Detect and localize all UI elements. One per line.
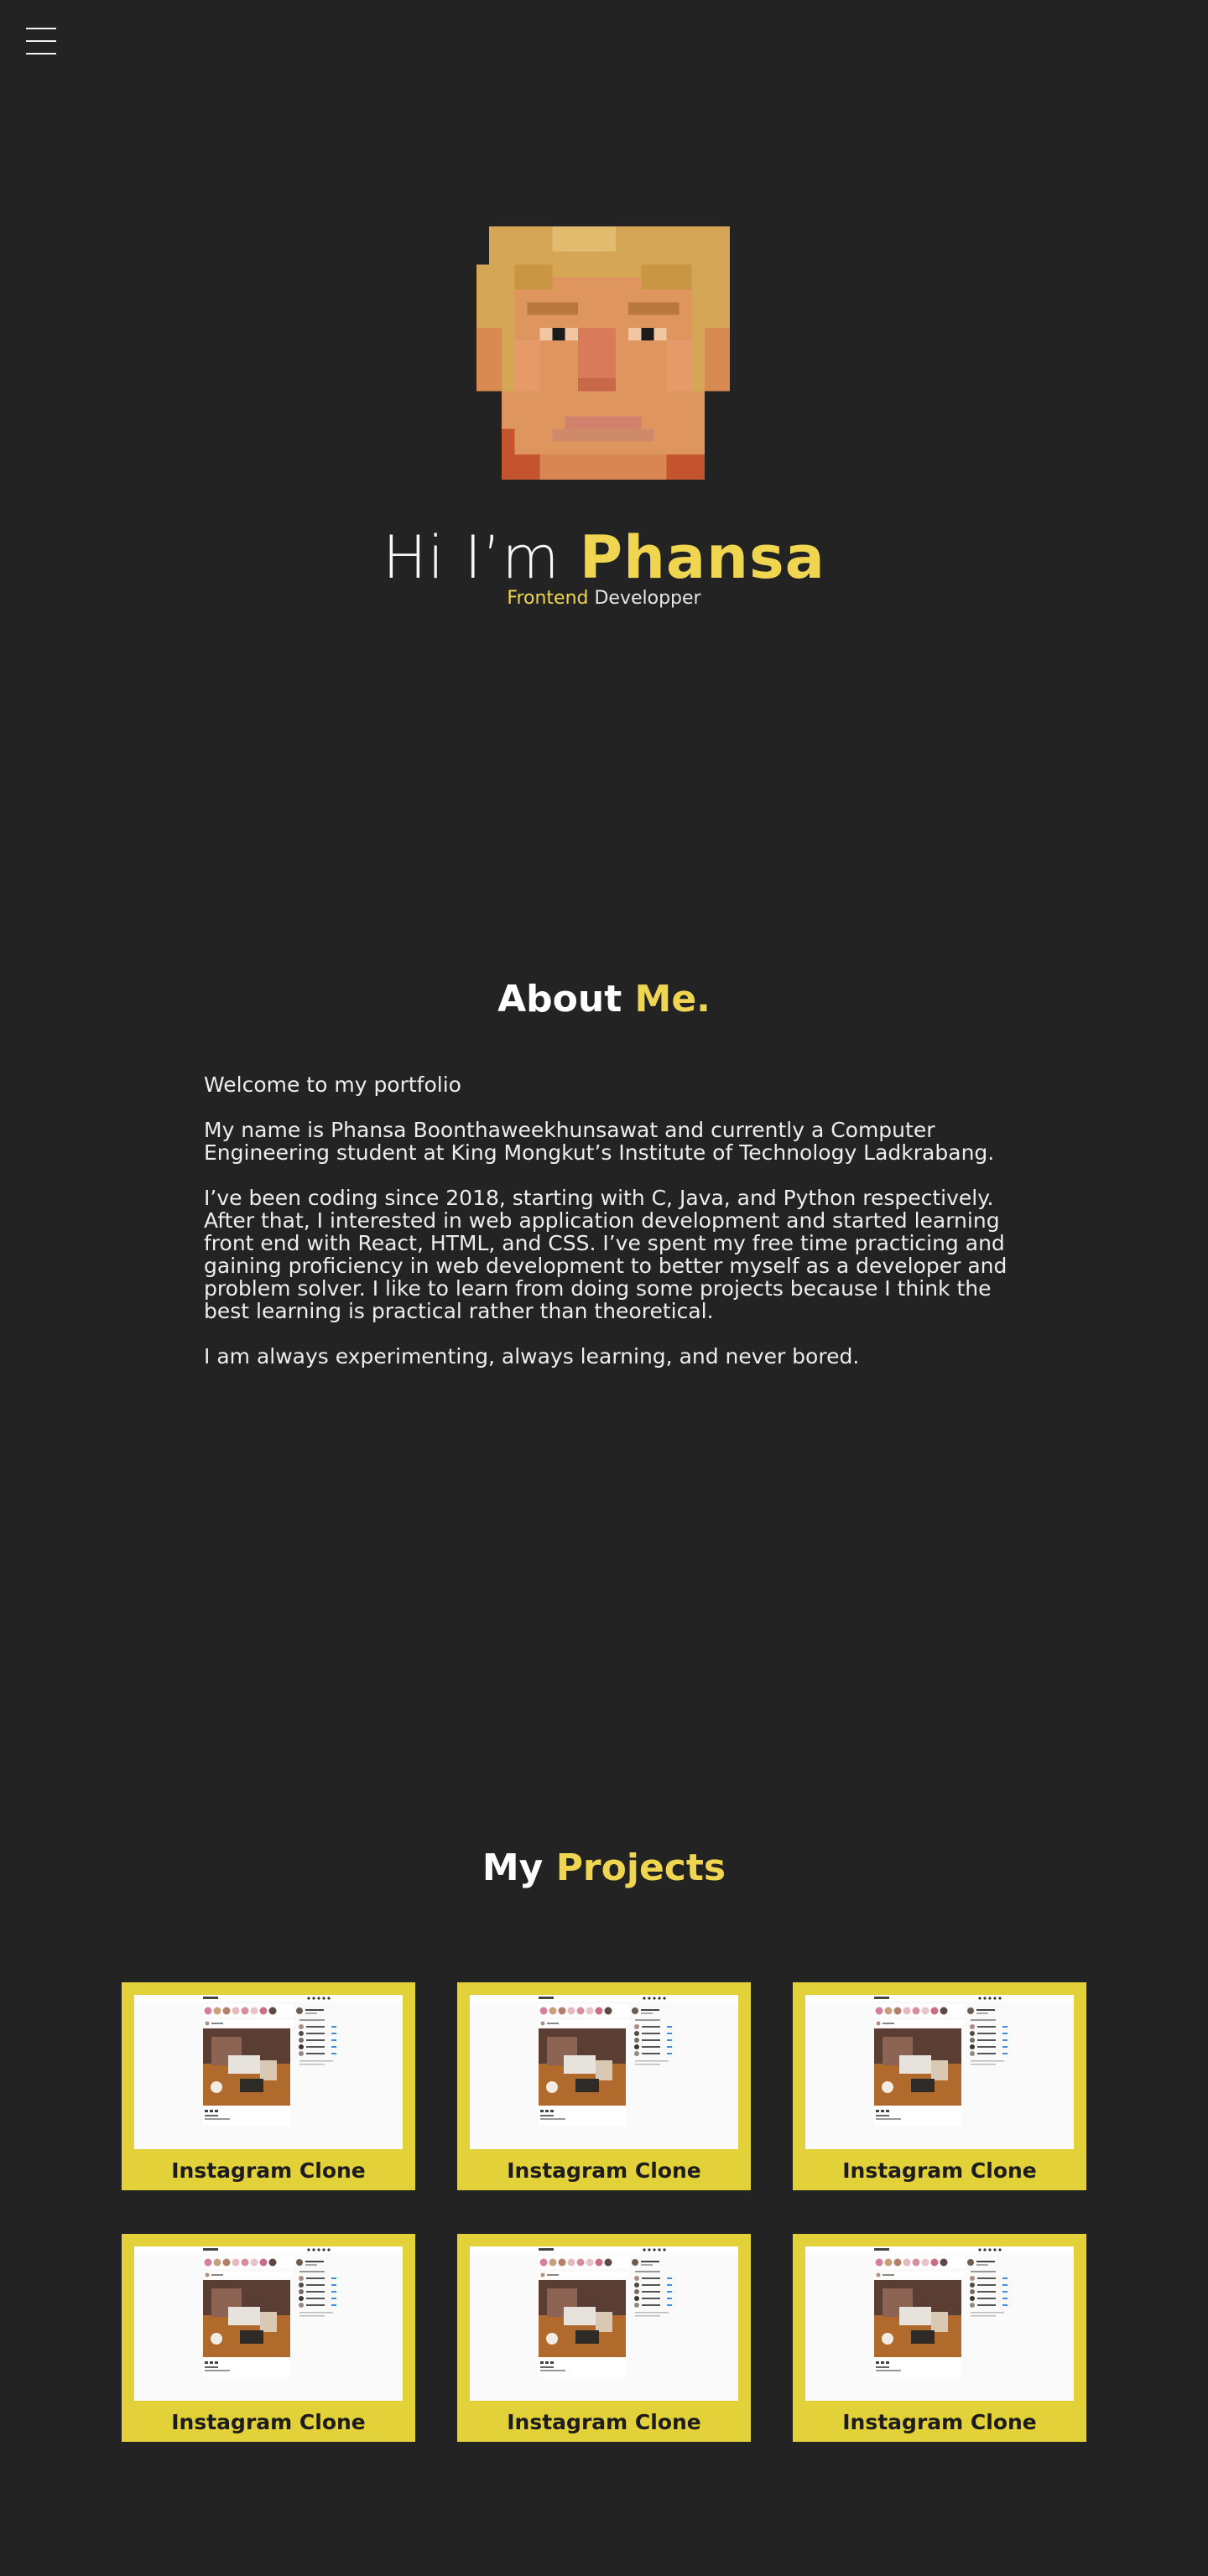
project-card[interactable]: Instagram Clone bbox=[793, 1982, 1086, 2190]
hero-title: Hi I’m Phansa bbox=[0, 520, 1208, 595]
about-body: Welcome to my portfolio My name is Phans… bbox=[204, 1073, 1026, 1390]
project-thumbnail bbox=[805, 2246, 1074, 2401]
hero-greeting: Hi I’m bbox=[383, 523, 580, 592]
project-thumbnail bbox=[805, 1995, 1074, 2149]
instagram-screenshot bbox=[805, 1995, 1074, 2149]
instagram-screenshot bbox=[134, 1995, 403, 2149]
hero-role-accent: Frontend bbox=[507, 588, 589, 609]
about-paragraph: I’ve been coding since 2018, starting wi… bbox=[204, 1186, 1008, 1323]
project-card[interactable]: Instagram Clone bbox=[122, 2234, 415, 2442]
about-title-main: About bbox=[497, 978, 635, 1021]
about-paragraph: My name is Phansa Boonthaweekhunsawat an… bbox=[204, 1118, 995, 1165]
hero-section: Hi I’m Phansa Frontend Developper bbox=[0, 0, 1208, 671]
hero-role-rest: Developper bbox=[588, 588, 701, 609]
hero-role: Frontend Developper bbox=[0, 587, 1208, 610]
instagram-screenshot bbox=[470, 1995, 738, 2149]
about-paragraph: Welcome to my portfolio bbox=[204, 1072, 461, 1097]
projects-title-main: My bbox=[482, 1846, 556, 1889]
project-card[interactable]: Instagram Clone bbox=[457, 1982, 751, 2190]
project-card-label: Instagram Clone bbox=[171, 2158, 366, 2183]
about-title: About Me. bbox=[0, 976, 1208, 1023]
project-card[interactable]: Instagram Clone bbox=[793, 2234, 1086, 2442]
instagram-screenshot bbox=[470, 2246, 738, 2401]
project-thumbnail bbox=[134, 1995, 403, 2149]
projects-title-accent: Projects bbox=[555, 1846, 726, 1889]
instagram-screenshot bbox=[805, 2246, 1074, 2401]
instagram-screenshot bbox=[134, 2246, 403, 2401]
project-card-label: Instagram Clone bbox=[171, 2410, 366, 2434]
project-thumbnail bbox=[470, 1995, 738, 2149]
about-paragraph: I am always experimenting, always learni… bbox=[204, 1344, 860, 1368]
projects-title: My Projects bbox=[0, 1845, 1208, 1892]
pixel-avatar bbox=[476, 226, 730, 480]
about-title-accent: Me. bbox=[634, 978, 711, 1021]
project-card-label: Instagram Clone bbox=[507, 2158, 701, 2183]
hero-name: Phansa bbox=[579, 523, 825, 592]
project-card-label: Instagram Clone bbox=[507, 2410, 701, 2434]
project-thumbnail bbox=[470, 2246, 738, 2401]
project-card-label: Instagram Clone bbox=[842, 2410, 1037, 2434]
project-card[interactable]: Instagram Clone bbox=[122, 1982, 415, 2190]
project-card[interactable]: Instagram Clone bbox=[457, 2234, 751, 2442]
project-thumbnail bbox=[134, 2246, 403, 2401]
project-card-label: Instagram Clone bbox=[842, 2158, 1037, 2183]
